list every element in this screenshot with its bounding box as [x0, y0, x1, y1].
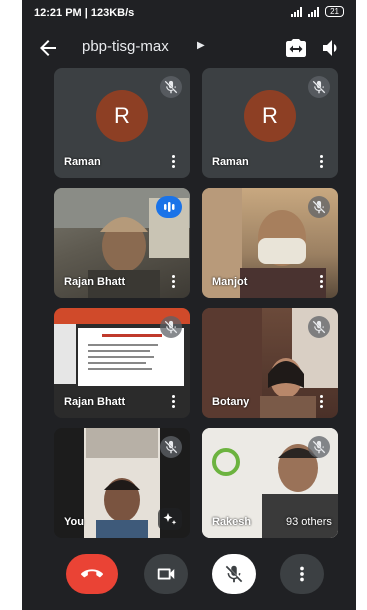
participant-tile[interactable]: R Raman: [54, 68, 190, 178]
mic-off-icon: [160, 436, 182, 458]
participant-name: You: [64, 516, 84, 528]
speaking-indicator-icon: [156, 196, 182, 218]
participant-name: Botany: [212, 396, 250, 408]
signal-icon-2: [308, 6, 320, 17]
switch-camera-icon[interactable]: [284, 36, 308, 60]
more-vert-icon[interactable]: [320, 275, 324, 289]
more-vert-icon[interactable]: [320, 395, 324, 409]
meet-screen: 12:21 PM | 123KB/s 21 pbp-tisg-max ▶ R R…: [22, 0, 356, 610]
more-vert-icon: [300, 566, 304, 582]
participant-tile[interactable]: Botany: [202, 308, 338, 418]
battery-level: 21: [325, 6, 344, 17]
mic-off-icon: [308, 316, 330, 338]
participant-tile[interactable]: Rakesh 93 others: [202, 428, 338, 538]
others-count[interactable]: 93 others: [286, 516, 332, 528]
participant-tile[interactable]: Rajan Bhatt: [54, 308, 190, 418]
end-call-button[interactable]: [66, 554, 118, 594]
more-vert-icon[interactable]: [320, 155, 324, 169]
more-options-button[interactable]: [280, 554, 324, 594]
chevron-right-icon[interactable]: ▶: [197, 40, 205, 51]
status-time-speed: 12:21 PM | 123KB/s: [34, 7, 135, 19]
avatar: R: [244, 90, 296, 142]
meeting-header: pbp-tisg-max ▶: [22, 30, 356, 66]
status-bar: 12:21 PM | 123KB/s 21: [22, 0, 356, 26]
mic-off-icon: [225, 565, 243, 583]
mic-off-icon: [308, 196, 330, 218]
mic-off-icon: [308, 436, 330, 458]
mic-off-icon: [160, 316, 182, 338]
self-view-tile[interactable]: You: [54, 428, 190, 538]
more-vert-icon[interactable]: [172, 275, 176, 289]
more-vert-icon[interactable]: [172, 395, 176, 409]
meeting-title[interactable]: pbp-tisg-max: [82, 38, 169, 55]
effects-icon[interactable]: [158, 508, 182, 530]
camera-icon: [157, 568, 175, 580]
more-vert-icon[interactable]: [172, 155, 176, 169]
microphone-button[interactable]: [212, 554, 256, 594]
participant-tile[interactable]: R Raman: [202, 68, 338, 178]
status-icons: 21: [291, 6, 344, 17]
participant-name: Rajan Bhatt: [64, 396, 126, 408]
participant-tile[interactable]: Rajan Bhatt: [54, 188, 190, 298]
mic-off-icon: [160, 76, 182, 98]
participant-name: Rajan Bhatt: [64, 276, 126, 288]
end-call-icon: [81, 569, 103, 578]
participant-name: Rakesh: [212, 516, 252, 528]
signal-icon: [291, 6, 303, 17]
back-arrow-icon[interactable]: [36, 36, 60, 60]
participant-name: Manjot: [212, 276, 248, 288]
camera-button[interactable]: [144, 554, 188, 594]
speaker-icon[interactable]: [320, 36, 344, 60]
mic-off-icon: [308, 76, 330, 98]
avatar: R: [96, 90, 148, 142]
participant-name: Raman: [212, 156, 249, 168]
participant-tile[interactable]: Manjot: [202, 188, 338, 298]
call-controls: [22, 548, 356, 600]
participant-name: Raman: [64, 156, 101, 168]
